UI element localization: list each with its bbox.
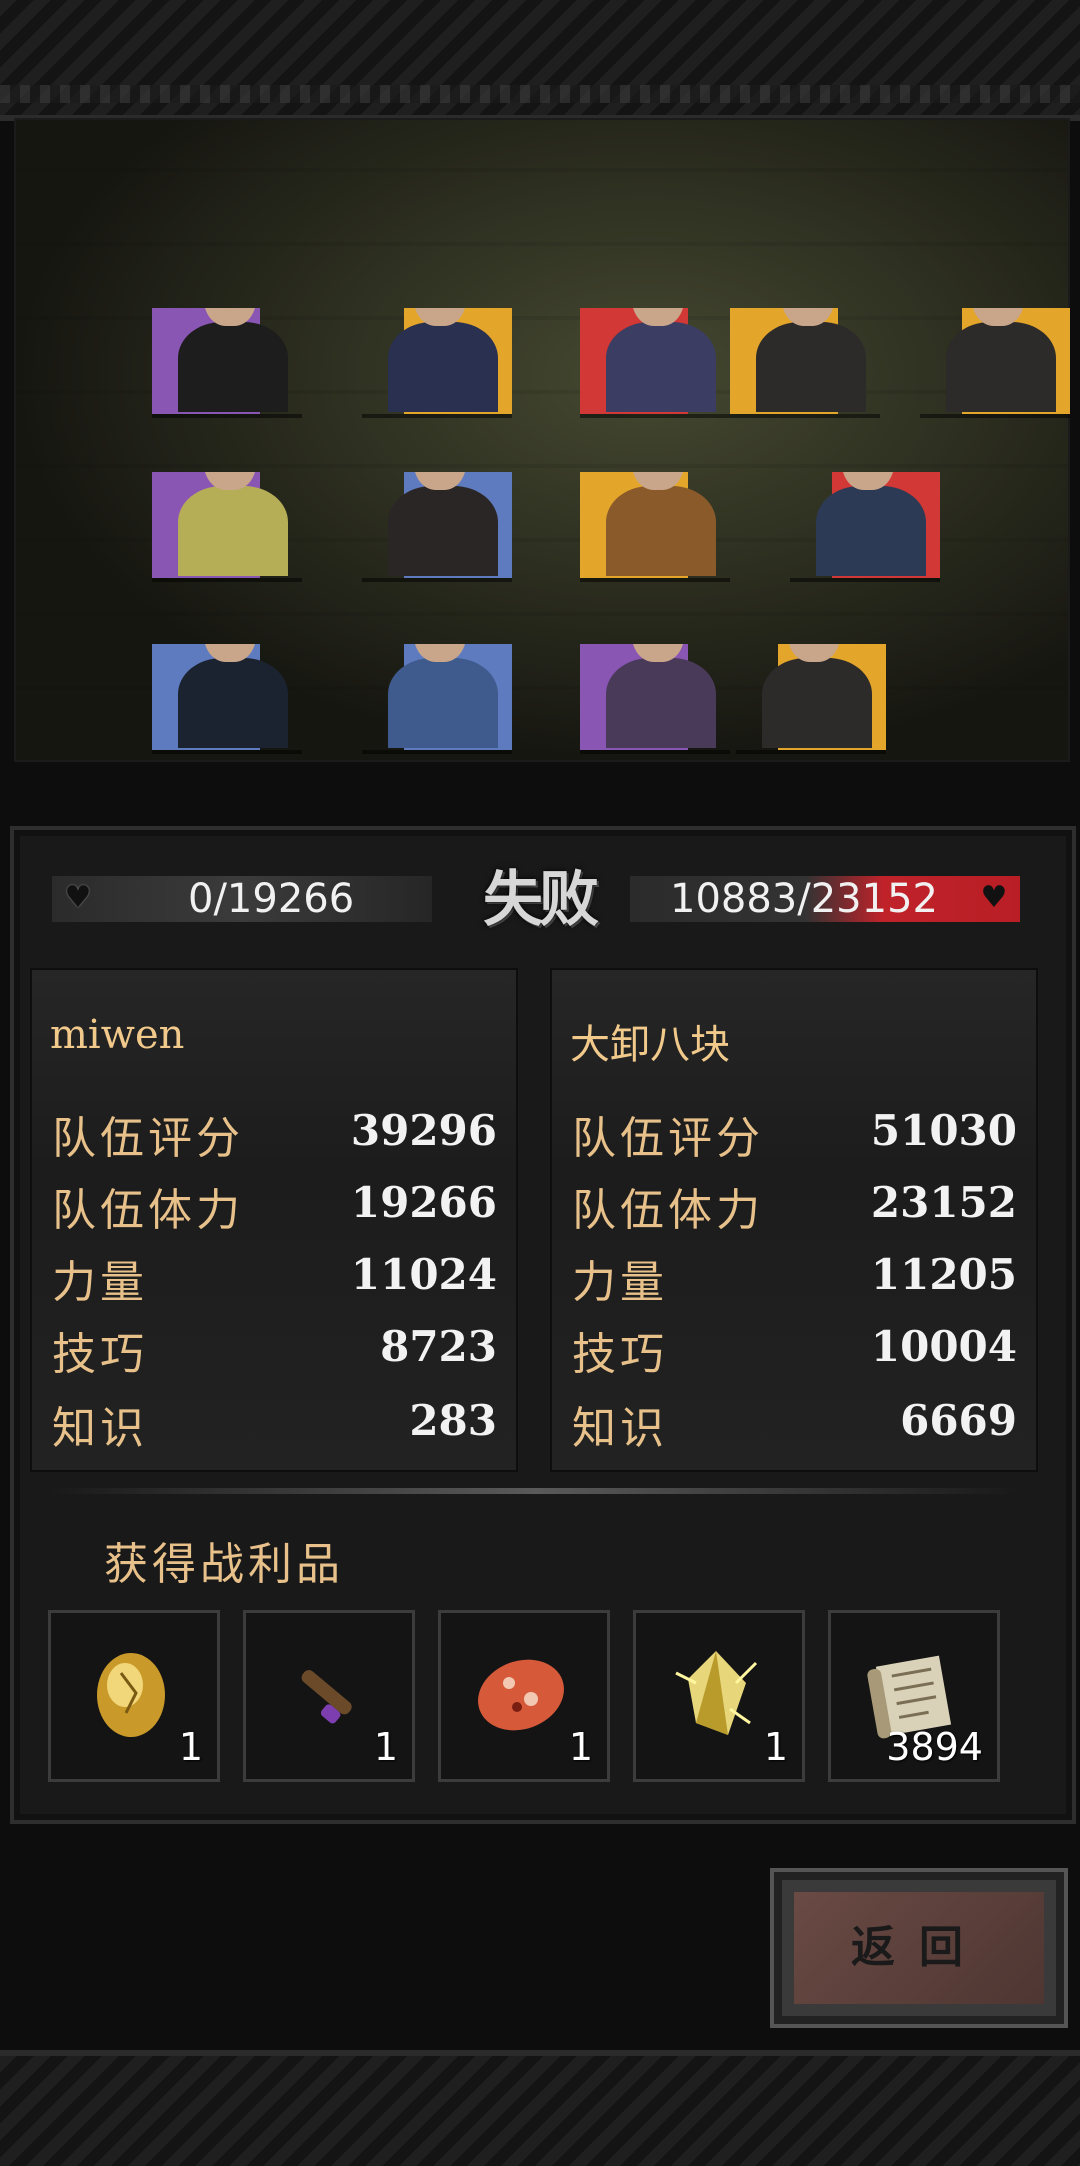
hero-portrait xyxy=(598,472,718,578)
left-hp-bar: ♥ 0/19266 xyxy=(52,876,432,922)
top-frame xyxy=(0,0,1080,121)
hero-portrait xyxy=(380,644,500,750)
player-name: miwen xyxy=(50,1012,185,1058)
opponent-stats-box: 大卸八块 队伍评分 51030 队伍体力 23152 力量 11205 技巧 10004… xyxy=(550,968,1038,1472)
bottom-frame xyxy=(0,2050,1080,2166)
loot-item[interactable]: 3894 xyxy=(828,1610,1000,1782)
hero-portrait xyxy=(380,308,500,414)
right-hero-slot[interactable] xyxy=(580,308,730,418)
hero-portrait xyxy=(808,472,928,578)
spotted-stone-icon xyxy=(478,1659,564,1731)
hero-portrait xyxy=(748,308,868,414)
left-hero-slot[interactable] xyxy=(152,644,302,754)
left-hp-value: 0/19266 xyxy=(188,876,355,922)
left-hero-slot[interactable] xyxy=(362,472,512,582)
right-hero-slot[interactable] xyxy=(920,308,1070,418)
stat-row: 力量 11205 xyxy=(572,1250,1017,1308)
right-hero-slot[interactable] xyxy=(730,308,880,418)
right-hero-slot[interactable] xyxy=(790,472,940,582)
hero-portrait xyxy=(598,644,718,750)
loot-item[interactable]: 1 xyxy=(438,1610,610,1782)
stat-row: 技巧 10004 xyxy=(572,1322,1017,1380)
left-hero-slot[interactable] xyxy=(362,308,512,418)
stat-row: 知识 6669 xyxy=(572,1396,1017,1454)
golden-egg-icon xyxy=(97,1653,165,1737)
crystal-shard-icon xyxy=(675,1651,758,1735)
right-hp-value: 10883/23152 xyxy=(670,876,938,922)
loot-title: 获得战利品 xyxy=(104,1539,344,1590)
left-hero-slot[interactable] xyxy=(362,644,512,754)
hero-portrait xyxy=(380,472,500,578)
hero-portrait xyxy=(598,308,718,414)
left-hero-slot[interactable] xyxy=(152,308,302,418)
hero-portrait xyxy=(170,472,290,578)
stat-row: 队伍评分 39296 xyxy=(52,1106,497,1164)
loot-item[interactable]: 1 xyxy=(633,1610,805,1782)
heart-icon: ♥ xyxy=(980,880,1008,915)
stat-row: 队伍体力 19266 xyxy=(52,1178,497,1236)
loot-item[interactable]: 1 xyxy=(243,1610,415,1782)
hero-portrait xyxy=(938,308,1058,414)
opponent-name: 大卸八块 xyxy=(570,1022,730,1068)
player-stats-box: miwen 队伍评分 39296 队伍体力 19266 力量 11024 技巧 8723… xyxy=(30,968,518,1472)
stat-row: 队伍评分 51030 xyxy=(572,1106,1017,1164)
stat-row: 技巧 8723 xyxy=(52,1322,497,1380)
scroll-tube-icon xyxy=(301,1670,352,1724)
right-hero-slot[interactable] xyxy=(736,644,886,754)
return-button[interactable]: 返回 xyxy=(770,1868,1068,2028)
divider xyxy=(50,1488,1020,1494)
return-button-label: 返回 xyxy=(794,1892,1044,2004)
stat-row: 知识 283 xyxy=(52,1396,497,1454)
hero-portrait xyxy=(170,308,290,414)
heart-icon: ♥ xyxy=(64,880,92,915)
left-hero-slot[interactable] xyxy=(152,472,302,582)
loot-item[interactable]: 1 xyxy=(48,1610,220,1782)
right-hero-slot[interactable] xyxy=(580,472,730,582)
right-hp-bar: 10883/23152 ♥ xyxy=(630,876,1020,922)
hero-portrait xyxy=(754,644,874,750)
right-hero-slot[interactable] xyxy=(580,644,730,754)
battle-result-label: 失败 xyxy=(483,865,599,935)
hero-portrait xyxy=(170,644,290,750)
stat-row: 力量 11024 xyxy=(52,1250,497,1308)
stat-row: 队伍体力 23152 xyxy=(572,1178,1017,1236)
